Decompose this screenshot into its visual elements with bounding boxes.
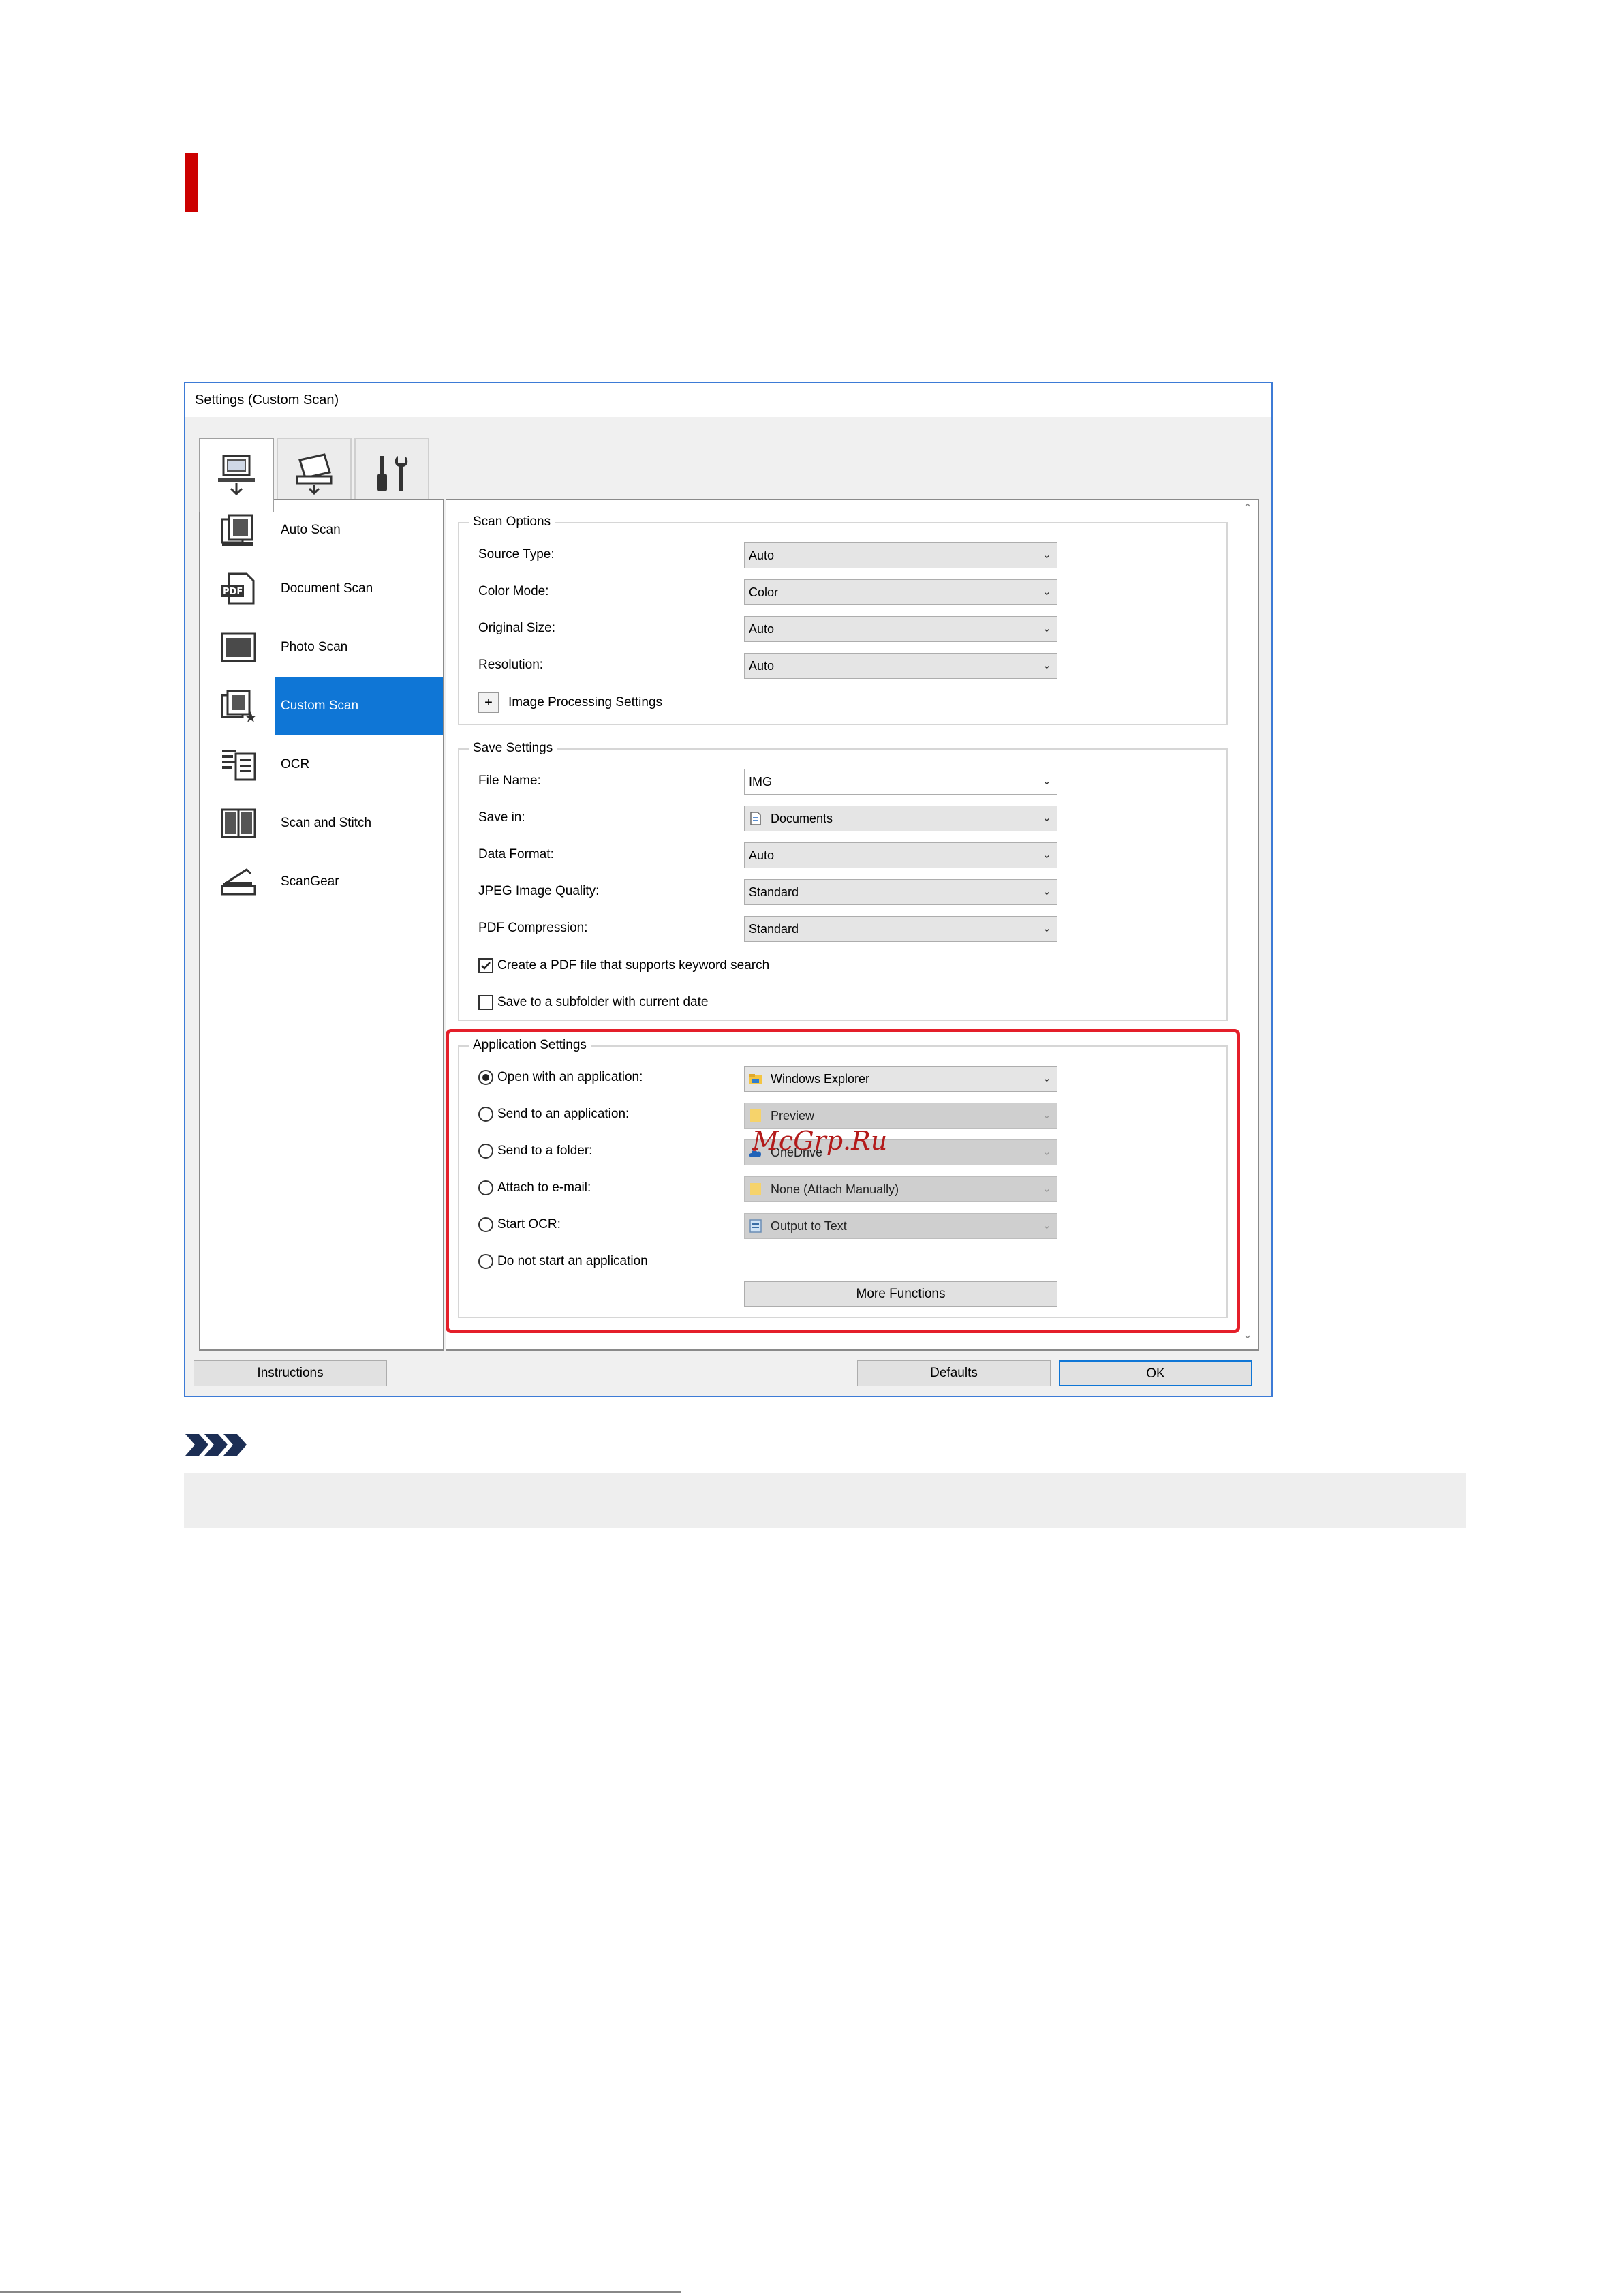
sidebar-item-photo-scan[interactable]: Photo Scan: [200, 619, 443, 676]
source-type-select[interactable]: Auto ⌄: [744, 542, 1057, 568]
color-mode-select[interactable]: Color ⌄: [744, 579, 1057, 605]
sidebar-item-ocr[interactable]: OCR: [200, 736, 443, 793]
instructions-button[interactable]: Instructions: [194, 1360, 387, 1386]
sidebar-item-label: Auto Scan: [281, 523, 341, 537]
sidebar-item-scangear[interactable]: ScanGear: [200, 853, 443, 910]
data-format-select[interactable]: Auto ⌄: [744, 842, 1057, 868]
keyword-pdf-label: Create a PDF file that supports keyword …: [497, 958, 770, 973]
original-size-select[interactable]: Auto ⌄: [744, 616, 1057, 642]
chevron-down-icon: ⌄: [1042, 660, 1051, 671]
resolution-select[interactable]: Auto ⌄: [744, 653, 1057, 679]
resolution-label: Resolution:: [478, 658, 544, 672]
note-box: [184, 1473, 1466, 1528]
scroll-up-icon[interactable]: ⌃: [1240, 502, 1255, 522]
color-mode-value: Color: [749, 585, 779, 599]
scan-and-stitch-icon: [221, 808, 256, 838]
expand-image-processing-button[interactable]: +: [478, 692, 499, 713]
source-type-label: Source Type:: [478, 547, 555, 562]
photo-scan-icon: [221, 632, 256, 662]
application-settings-highlight: [446, 1029, 1240, 1333]
vertical-scrollbar[interactable]: ⌃ ⌄: [1237, 500, 1258, 1349]
save-in-select[interactable]: Documents ⌄: [744, 806, 1057, 831]
file-name-input[interactable]: IMG ⌄: [744, 769, 1057, 795]
save-settings-title: Save Settings: [469, 740, 557, 756]
resolution-value: Auto: [749, 659, 775, 673]
save-in-label: Save in:: [478, 810, 525, 825]
jpeg-quality-select[interactable]: Standard ⌄: [744, 879, 1057, 905]
chevron-down-icon: ⌄: [1042, 923, 1051, 934]
heading-marker: [185, 153, 198, 212]
chevron-down-icon: ⌄: [1042, 549, 1051, 561]
note-icon: [185, 1434, 247, 1456]
image-processing-label: Image Processing Settings: [508, 695, 663, 709]
settings-dialog: Settings (Custom Scan) Auto Scan PDF Doc…: [184, 382, 1273, 1397]
ocr-icon: [222, 750, 256, 781]
sidebar-item-label: Custom Scan: [275, 677, 443, 735]
documents-folder-icon: [750, 812, 761, 825]
scangear-icon: [221, 868, 256, 896]
ok-button[interactable]: OK: [1059, 1360, 1252, 1386]
document-scan-icon: PDF: [221, 572, 255, 605]
chevron-down-icon: ⌄: [1042, 849, 1051, 861]
sidebar-item-label: ScanGear: [281, 874, 339, 889]
data-format-value: Auto: [749, 848, 775, 862]
scroll-down-icon[interactable]: ⌄: [1240, 1328, 1255, 1348]
original-size-label: Original Size:: [478, 621, 555, 635]
chevron-down-icon: ⌄: [1042, 812, 1051, 824]
dialog-title: Settings (Custom Scan): [185, 383, 1271, 417]
save-settings-group: Save Settings File Name: IMG ⌄ Save in: …: [458, 740, 1228, 1021]
general-settings-icon: [377, 456, 408, 491]
chevron-down-icon: ⌄: [1042, 886, 1051, 898]
keyword-pdf-checkbox[interactable]: [478, 958, 493, 973]
scan-from-panel-icon: [296, 453, 333, 495]
defaults-button[interactable]: Defaults: [857, 1360, 1051, 1386]
watermark-text: McGrp.Ru: [752, 1126, 888, 1156]
chevron-down-icon: ⌄: [1042, 586, 1051, 598]
scan-type-list: Auto Scan PDF Document Scan Photo Scan C…: [199, 499, 444, 1351]
sidebar-item-label: Document Scan: [281, 581, 373, 596]
settings-panel: ⌃ ⌄ Scan Options Source Type: Auto ⌄ Col…: [446, 499, 1259, 1351]
pdf-compression-label: PDF Compression:: [478, 921, 588, 935]
pdf-compression-value: Standard: [749, 922, 799, 936]
scan-options-group: Scan Options Source Type: Auto ⌄ Color M…: [458, 514, 1228, 725]
subfolder-label: Save to a subfolder with current date: [497, 995, 709, 1009]
save-in-value: Documents: [771, 812, 833, 825]
color-mode-label: Color Mode:: [478, 584, 549, 598]
data-format-label: Data Format:: [478, 847, 554, 861]
sidebar-item-label: OCR: [281, 757, 310, 771]
source-type-value: Auto: [749, 549, 775, 562]
auto-scan-icon: [221, 514, 253, 546]
sidebar-item-label: Scan and Stitch: [281, 816, 372, 830]
chevron-down-icon: ⌄: [1042, 776, 1051, 787]
subfolder-checkbox[interactable]: [478, 995, 493, 1010]
sidebar-item-document-scan[interactable]: PDF Document Scan: [200, 560, 443, 617]
scan-from-computer-icon: [218, 455, 255, 496]
file-name-label: File Name:: [478, 774, 541, 788]
chevron-down-icon: ⌄: [1042, 623, 1051, 634]
scan-options-title: Scan Options: [469, 514, 555, 530]
custom-scan-icon: [221, 690, 256, 722]
sidebar-item-scan-and-stitch[interactable]: Scan and Stitch: [200, 795, 443, 852]
svg-text:PDF: PDF: [223, 587, 243, 597]
tab-scan-from-computer[interactable]: [199, 438, 274, 512]
jpeg-quality-label: JPEG Image Quality:: [478, 884, 600, 898]
file-name-value: IMG: [749, 775, 772, 789]
original-size-value: Auto: [749, 622, 775, 636]
jpeg-quality-value: Standard: [749, 885, 799, 899]
page-footer-rule: [0, 2291, 681, 2293]
sidebar-item-label: Photo Scan: [281, 640, 348, 654]
sidebar-item-custom-scan[interactable]: Custom Scan: [200, 677, 443, 735]
pdf-compression-select[interactable]: Standard ⌄: [744, 916, 1057, 942]
checkmark-icon: [481, 962, 491, 970]
